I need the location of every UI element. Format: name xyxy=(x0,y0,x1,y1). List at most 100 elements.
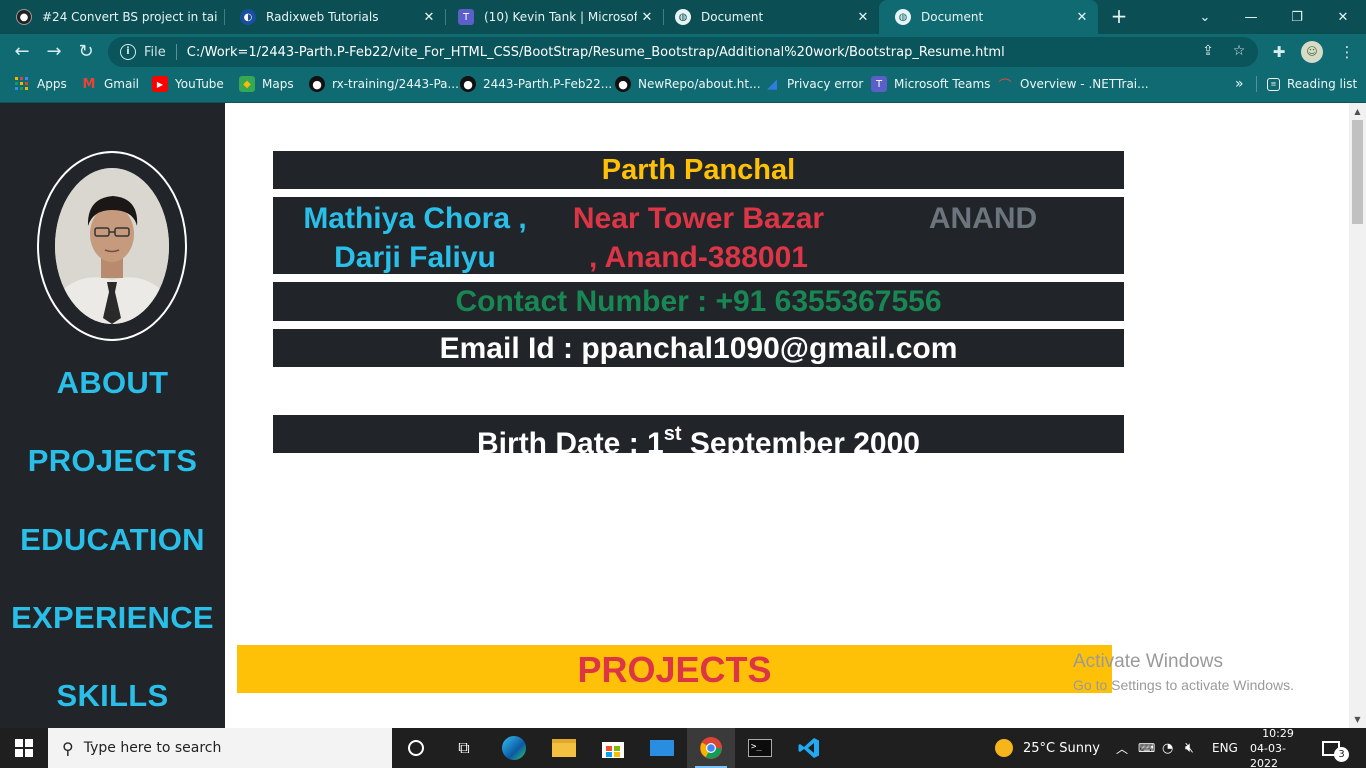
notification-center-button[interactable]: 3 xyxy=(1322,728,1355,768)
bookmark-gmail[interactable]: M Gmail xyxy=(81,70,139,98)
notification-count-badge: 3 xyxy=(1334,746,1349,762)
url-text[interactable]: C:/Work=1/2443-Parth.P-Feb22/vite_For_HT… xyxy=(187,45,1005,60)
tab-document-active[interactable]: ◍ Document ✕ xyxy=(879,0,1098,34)
mail-icon[interactable] xyxy=(638,728,686,768)
page-viewport: ABOUT PROJECTS EDUCATION EXPERIENCE SKIL… xyxy=(0,103,1366,728)
tab-document-1[interactable]: ◍ Document ✕ xyxy=(659,0,879,34)
birth-date-prefix: Birth Date : 1 xyxy=(477,427,664,460)
bookmark-label: Privacy error xyxy=(787,77,864,91)
task-view-icon[interactable]: ⧉ xyxy=(440,728,488,768)
close-tab-icon[interactable]: ✕ xyxy=(637,10,657,25)
tab-radixweb[interactable]: ◐ Radixweb Tutorials ✕ xyxy=(224,0,445,34)
nav-experience[interactable]: EXPERIENCE xyxy=(0,600,225,636)
cortana-icon[interactable] xyxy=(392,728,440,768)
nav-education[interactable]: EDUCATION xyxy=(0,522,225,558)
tab-search-chevron-icon[interactable]: ⌄ xyxy=(1182,0,1228,34)
chrome-taskbar-icon[interactable] xyxy=(687,728,735,768)
bookmarks-overflow-button[interactable]: » xyxy=(1235,70,1244,98)
tray-overflow-chevron-icon[interactable]: ︿ xyxy=(1116,728,1128,768)
extensions-puzzle-icon[interactable]: ✚ xyxy=(1268,41,1290,63)
bookmark-label: rx-training/2443-Pa... xyxy=(332,77,459,91)
scrollbar-thumb[interactable] xyxy=(1352,120,1363,224)
clock-date: 04-03-2022 xyxy=(1250,741,1286,768)
bookmark-privacy-error[interactable]: ◢ Privacy error xyxy=(764,70,863,98)
bookmarks-divider xyxy=(1256,76,1257,92)
weather-widget[interactable]: 25°C Sunny xyxy=(995,728,1100,768)
bookmark-newrepo[interactable]: ● NewRepo/about.ht... xyxy=(615,70,761,98)
sidebar: ABOUT PROJECTS EDUCATION EXPERIENCE SKIL… xyxy=(0,103,225,728)
bookmarks-bar: Apps M Gmail ▶ YouTube ◆ Maps ● rx-train… xyxy=(0,70,1366,103)
address-block: Mathiya Chora , Darji Faliyu Near Tower … xyxy=(273,197,1124,274)
close-tab-icon[interactable]: ✕ xyxy=(419,10,439,25)
clock[interactable]: 10:29 04-03-2022 xyxy=(1250,727,1306,768)
page-scrollbar[interactable]: ▲ ▼ xyxy=(1349,103,1366,728)
bookmark-rx-training[interactable]: ● rx-training/2443-Pa... xyxy=(309,70,459,98)
bookmark-label: YouTube xyxy=(175,77,224,91)
gmail-icon: M xyxy=(82,76,96,92)
bookmark-microsoft-teams[interactable]: T Microsoft Teams xyxy=(871,70,990,98)
start-button[interactable] xyxy=(0,728,48,768)
new-tab-button[interactable]: + xyxy=(1108,5,1130,27)
menu-kebab-icon[interactable]: ⋮ xyxy=(1336,41,1358,63)
vscode-icon[interactable] xyxy=(785,728,833,768)
bookmark-label: 2443-Parth.P-Feb22... xyxy=(483,77,613,91)
tab-github-convert[interactable]: ● #24 Convert BS project in tai xyxy=(0,0,224,34)
windows-logo-icon xyxy=(15,739,33,757)
minimize-button[interactable]: — xyxy=(1228,0,1274,34)
activate-windows-subtitle: Go to Settings to activate Windows. xyxy=(1073,677,1294,693)
bookmark-apps[interactable]: Apps xyxy=(14,70,67,98)
address-line-1a: Mathiya Chora , xyxy=(303,202,527,235)
restore-button[interactable]: ❐ xyxy=(1274,0,1320,34)
projects-heading: PROJECTS xyxy=(237,645,1112,693)
close-tab-icon[interactable]: ✕ xyxy=(1072,10,1092,25)
apps-grid-icon xyxy=(14,76,30,92)
scroll-down-arrow-icon[interactable]: ▼ xyxy=(1349,711,1366,728)
github-icon: ● xyxy=(460,76,476,92)
search-placeholder: Type here to search xyxy=(83,740,222,756)
address-column-1: Mathiya Chora , Darji Faliyu xyxy=(287,199,543,277)
site-info-icon[interactable]: i xyxy=(120,44,136,60)
devops-icon: ⌒ xyxy=(998,78,1012,94)
nav-projects[interactable]: PROJECTS xyxy=(0,443,225,479)
forward-button[interactable]: → xyxy=(42,40,66,64)
address-city: ANAND xyxy=(928,202,1038,235)
reading-list-button[interactable]: ≡ Reading list xyxy=(1267,70,1357,98)
scheme-label: File xyxy=(144,44,166,60)
scroll-up-arrow-icon[interactable]: ▲ xyxy=(1349,103,1366,120)
share-icon[interactable]: ⇪ xyxy=(1199,42,1217,60)
language-indicator[interactable]: ENG xyxy=(1212,728,1238,768)
address-line-2a: Near Tower Bazar xyxy=(572,202,825,235)
back-button[interactable]: ← xyxy=(10,40,34,64)
volume-muted-icon[interactable]: 🔇︎ xyxy=(1185,728,1194,768)
nav-skills[interactable]: SKILLS xyxy=(0,678,225,714)
github-icon: ● xyxy=(309,76,325,92)
microsoft-store-icon[interactable] xyxy=(589,728,637,768)
globe-icon: ◍ xyxy=(895,9,911,25)
file-explorer-icon[interactable] xyxy=(540,728,588,768)
resume-name: Parth Panchal xyxy=(273,151,1124,189)
wifi-icon[interactable]: ◔ xyxy=(1162,728,1173,768)
close-window-button[interactable]: ✕ xyxy=(1320,0,1366,34)
maps-icon: ◆ xyxy=(239,76,255,92)
reading-list-icon: ≡ xyxy=(1267,77,1280,91)
bookmark-2443-parth[interactable]: ● 2443-Parth.P-Feb22... xyxy=(460,70,612,98)
input-method-icon[interactable]: ⌨ xyxy=(1138,728,1155,768)
profile-photo xyxy=(55,168,169,324)
close-tab-icon[interactable]: ✕ xyxy=(853,10,873,25)
bookmark-star-icon[interactable]: ☆ xyxy=(1230,42,1248,60)
address-bar[interactable]: i File C:/Work=1/2443-Parth.P-Feb22/vite… xyxy=(108,37,1258,67)
bookmark-youtube[interactable]: ▶ YouTube xyxy=(152,70,224,98)
nav-about[interactable]: ABOUT xyxy=(0,365,225,401)
github-icon: ● xyxy=(16,9,32,25)
reload-button[interactable]: ↻ xyxy=(74,40,98,64)
tab-teams[interactable]: T (10) Kevin Tank | Microsoft Te ✕ xyxy=(442,0,663,34)
bookmark-maps[interactable]: ◆ Maps xyxy=(239,70,294,98)
terminal-icon[interactable]: >_ xyxy=(736,728,784,768)
taskbar-search-input[interactable]: ⚲ Type here to search xyxy=(48,728,392,768)
reading-list-label: Reading list xyxy=(1287,77,1358,91)
bookmark-overview-net[interactable]: ⌒ Overview - .NETTrai... xyxy=(997,70,1148,98)
edge-icon[interactable] xyxy=(490,728,538,768)
teams-icon: T xyxy=(458,9,474,25)
search-icon: ⚲ xyxy=(62,738,74,758)
profile-avatar-icon[interactable]: ☺ xyxy=(1301,41,1323,63)
